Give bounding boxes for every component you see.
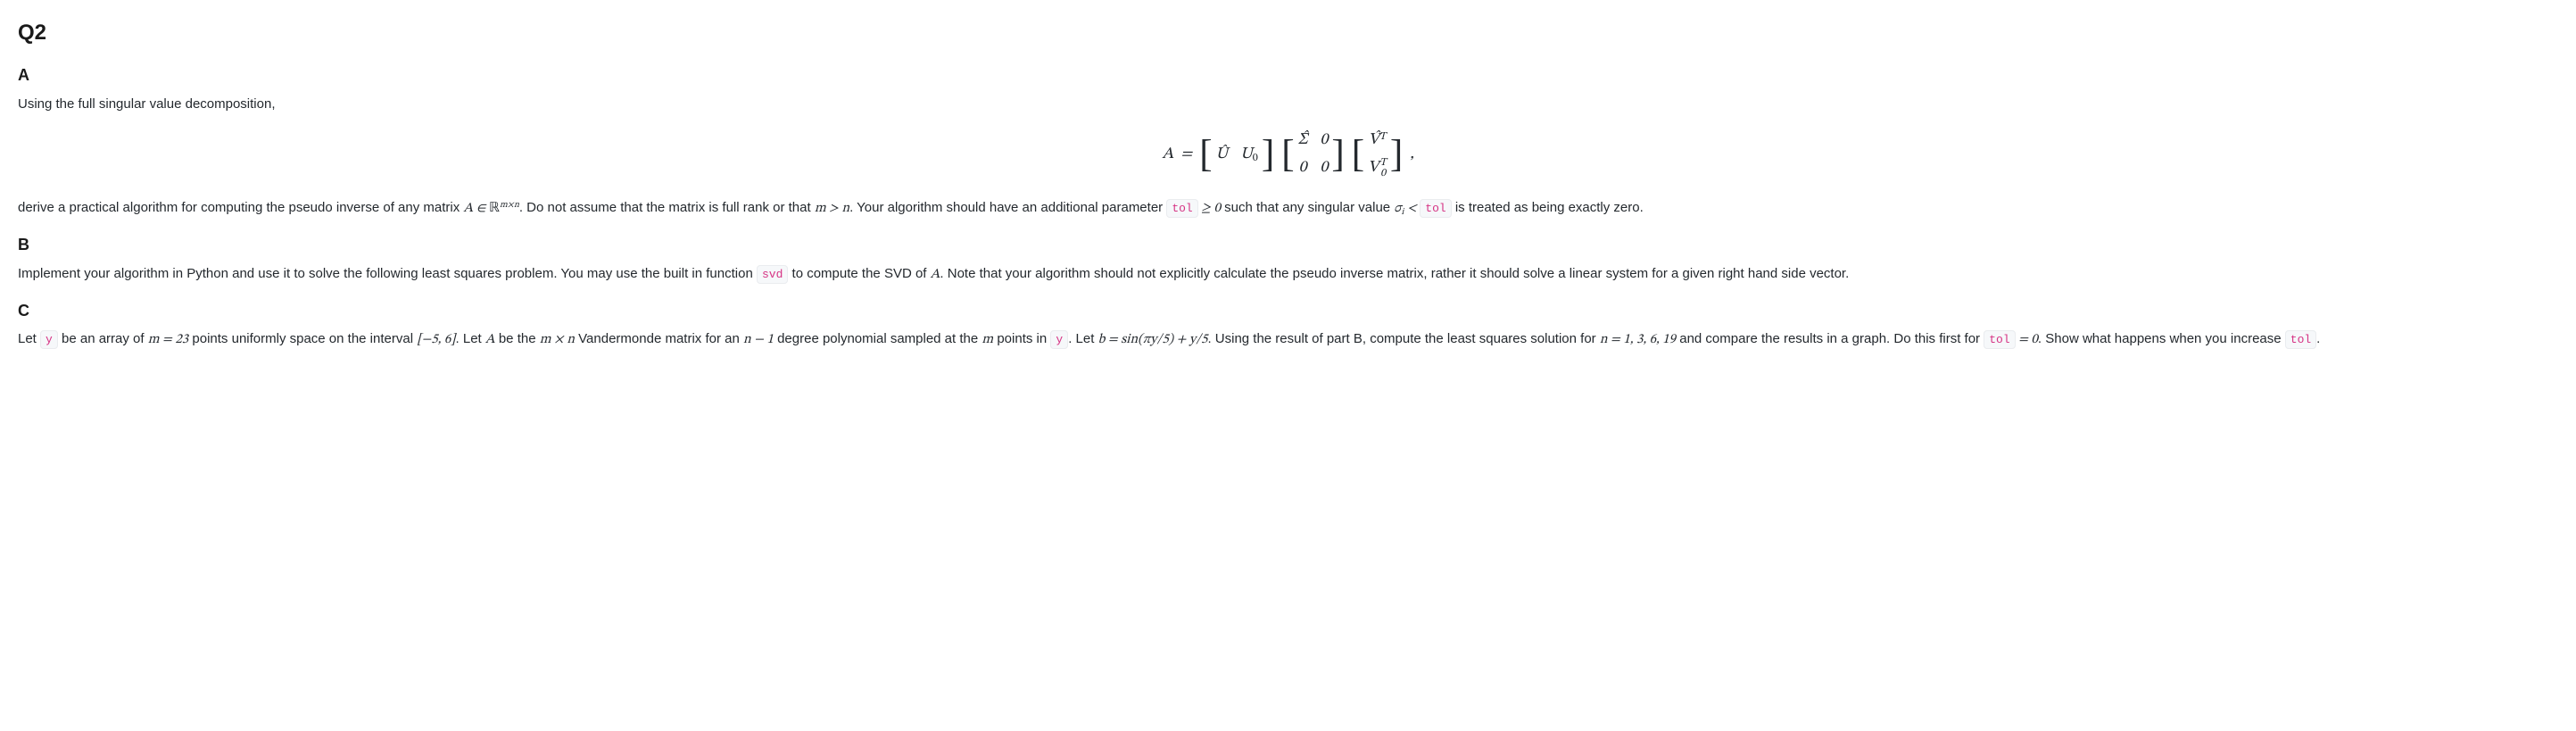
right-bracket-icon: ] (1390, 137, 1403, 172)
y-code: y (1050, 330, 1068, 349)
eq-lhs: A (1162, 142, 1173, 168)
sigma-hat: Σ̂ (1298, 128, 1308, 154)
tol-code: tol (1984, 330, 2015, 349)
zero-cell: 0 (1320, 128, 1328, 154)
tol-code: tol (1420, 199, 1451, 218)
y-code: y (40, 330, 58, 349)
tol-code: tol (2285, 330, 2316, 349)
u-zero: U0 (1240, 142, 1258, 168)
matrix-v-block: [ V̂T VT0 ] (1352, 128, 1403, 181)
part-b-body: Implement your algorithm in Python and u… (18, 263, 2558, 286)
tol-code: tol (1166, 199, 1197, 218)
left-bracket-icon: [ (1352, 137, 1364, 172)
question-title: Q2 (18, 16, 2558, 50)
zero-cell: 0 (1320, 155, 1328, 181)
part-c-heading: C (18, 298, 2558, 324)
right-bracket-icon: ] (1331, 137, 1344, 172)
matrix-u-block: [ Û U0 ] (1199, 137, 1274, 172)
part-a-body: derive a practical algorithm for computi… (18, 197, 2558, 220)
matrix-sigma-block: [ Σ̂ 0 0 0 ] (1281, 128, 1345, 181)
svd-equation: A = [ Û U0 ] [ Σ̂ 0 0 0 ] (18, 128, 2558, 181)
zero-cell: 0 (1298, 155, 1308, 181)
trailing-comma: , (1410, 142, 1413, 168)
v-zero-transpose: VT0 (1368, 155, 1387, 181)
part-b-heading: B (18, 232, 2558, 258)
v-hat-transpose: V̂T (1368, 128, 1387, 154)
part-a-heading: A (18, 62, 2558, 88)
part-c-body: Let y be an array of m = 23 points unifo… (18, 328, 2558, 351)
u-hat: Û (1216, 142, 1229, 168)
left-bracket-icon: [ (1199, 137, 1212, 172)
right-bracket-icon: ] (1262, 137, 1274, 172)
equals-sign: = (1180, 142, 1192, 168)
svd-code: svd (757, 265, 788, 284)
left-bracket-icon: [ (1281, 137, 1294, 172)
part-a-intro: Using the full singular value decomposit… (18, 94, 2558, 115)
